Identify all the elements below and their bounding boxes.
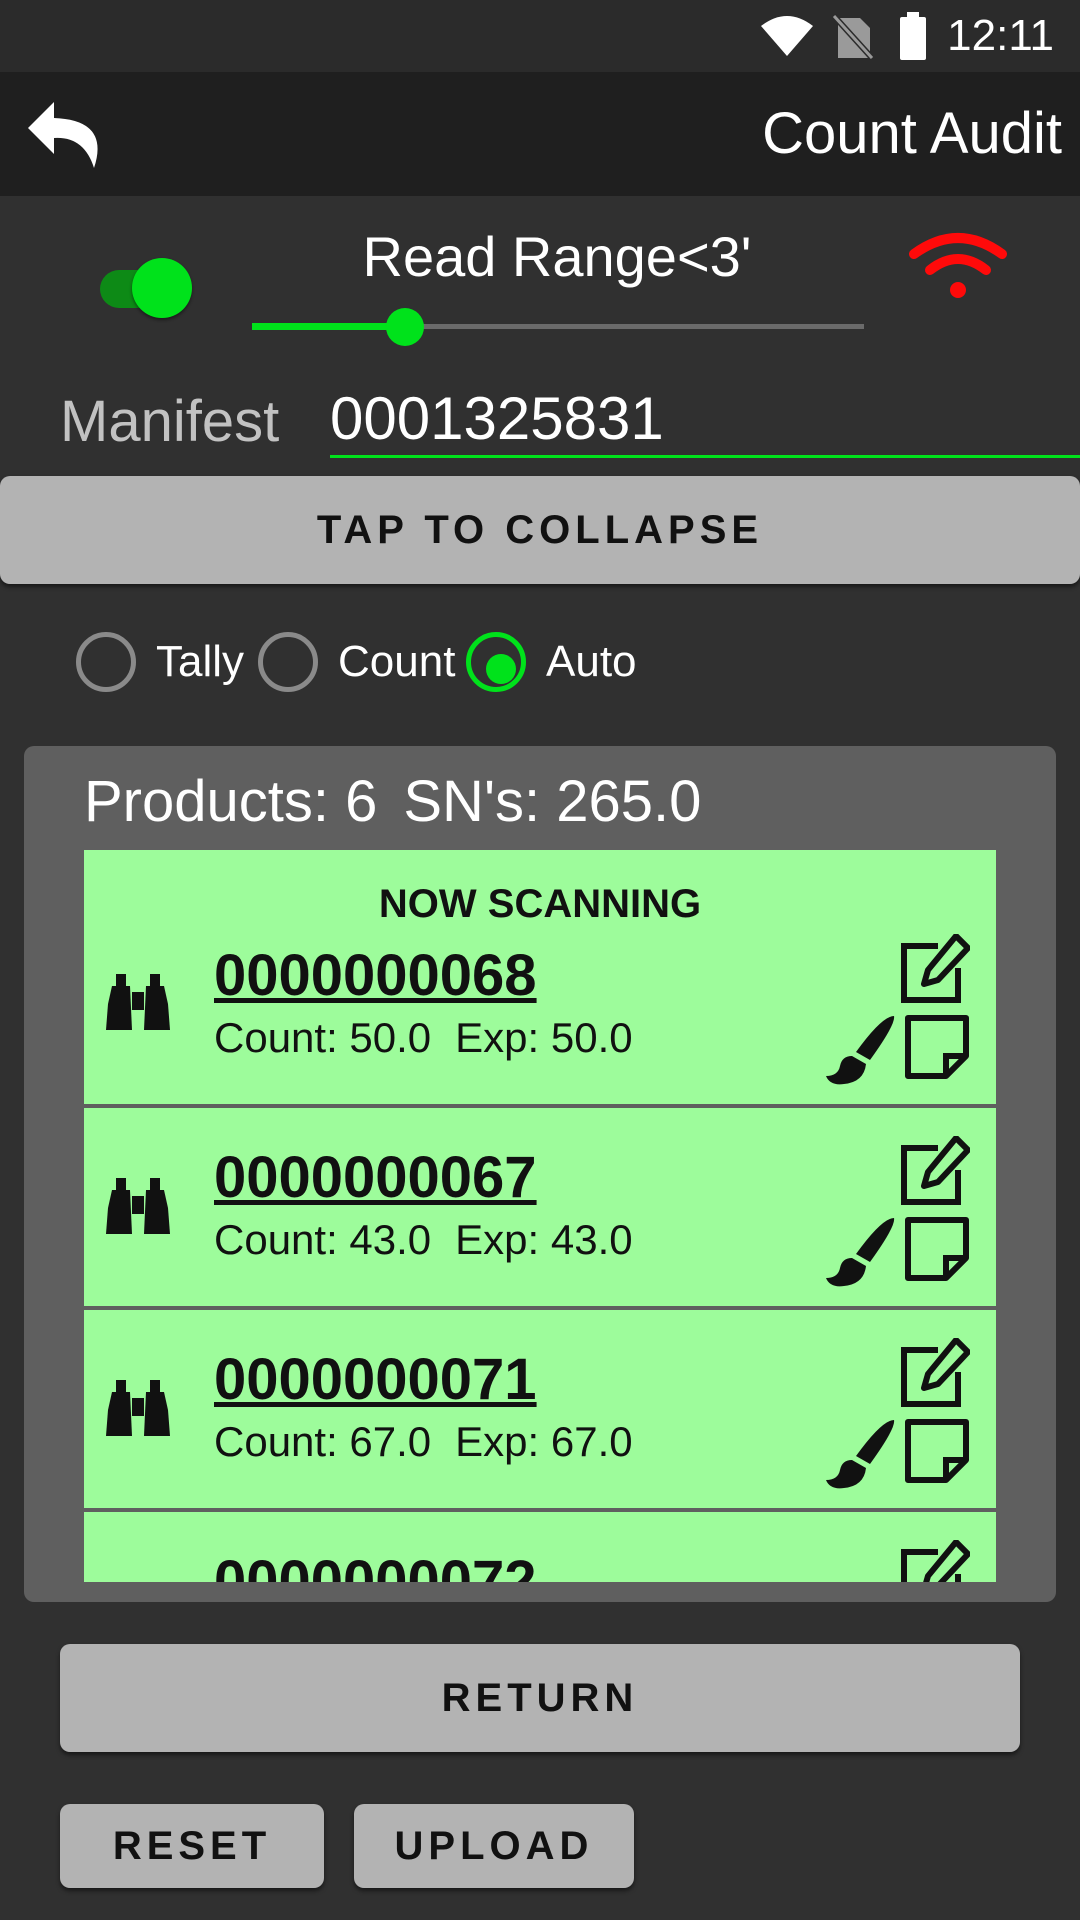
reader-toggle[interactable] [96,254,196,324]
radio-circle [76,632,136,692]
products-count: Products: 6 [84,769,378,834]
status-time: 12:11 [947,11,1054,60]
read-range-label: Read Range<3' [362,225,752,288]
product-card[interactable]: NOW SCANNING 0000000068 Count: 50.0 Exp: … [84,850,996,1104]
return-button[interactable]: RETURN [60,1644,1020,1752]
binoculars-icon[interactable] [106,1380,170,1436]
binoculars-icon[interactable] [106,1178,170,1234]
manifest-label: Manifest [60,389,280,454]
edit-icon[interactable] [898,1540,970,1582]
sticky-note-icon[interactable] [904,1418,970,1484]
radio-circle [466,632,526,692]
edit-icon[interactable] [898,1338,970,1410]
read-range-slider[interactable] [252,306,864,346]
manifest-input[interactable] [330,382,1080,458]
product-id-link[interactable]: 0000000072 [214,1550,537,1583]
exp-value: Exp: 67.0 [455,1418,633,1465]
products-panel: Products: 6 SN's: 265.0 NOW SCANNING 0000… [24,746,1056,1602]
radio-label: Tally [156,637,245,686]
toggle-thumb [132,258,192,318]
product-counts: Count: 67.0 Exp: 67.0 [214,1418,657,1466]
product-id-link[interactable]: 0000000071 [214,1348,537,1412]
slider-fill [252,323,405,330]
count-value: Count: 67.0 [214,1418,432,1465]
status-bar: 12:11 [0,0,1080,72]
product-card[interactable]: 0000000071 Count: 67.0 Exp: 67.0 [84,1310,996,1508]
sticky-note-icon[interactable] [904,1014,970,1080]
reset-button[interactable]: RESET [60,1804,324,1888]
exp-value: Exp: 43.0 [455,1216,633,1263]
radio-circle [258,632,318,692]
product-counts: Count: 43.0 Exp: 43.0 [214,1216,657,1264]
product-card[interactable]: 0000000067 Count: 43.0 Exp: 43.0 [84,1108,996,1306]
no-sim-icon [832,14,874,60]
wifi-icon [761,16,813,56]
binoculars-icon[interactable] [106,974,170,1030]
back-arrow-icon[interactable] [24,98,108,172]
product-counts: Count: 50.0 Exp: 50.0 [214,1014,657,1062]
page-title: Count Audit [762,101,1062,166]
products-summary: Products: 6 SN's: 265.0 [84,770,727,834]
wifi-signal-icon [909,233,1007,298]
radio-label: Count [338,637,456,686]
slider-knob[interactable] [386,308,424,346]
product-list[interactable]: NOW SCANNING 0000000068 Count: 50.0 Exp: … [84,850,996,1582]
paint-brush-icon[interactable] [824,1418,898,1492]
app-bar: Count Audit [0,72,1080,196]
count-value: Count: 50.0 [214,1014,432,1061]
paint-brush-icon[interactable] [824,1216,898,1290]
edit-icon[interactable] [898,1136,970,1208]
product-id-link[interactable]: 0000000068 [214,944,537,1008]
exp-value: Exp: 50.0 [455,1014,633,1061]
sns-count: SN's: 265.0 [403,769,702,834]
paint-brush-icon[interactable] [824,1014,898,1088]
now-scanning-label: NOW SCANNING [378,882,702,926]
edit-icon[interactable] [898,934,970,1006]
radio-dot [486,654,516,684]
product-card[interactable]: 0000000072 [84,1512,996,1582]
count-value: Count: 43.0 [214,1216,432,1263]
upload-button[interactable]: UPLOAD [354,1804,634,1888]
product-id-link[interactable]: 0000000067 [214,1146,537,1210]
tap-to-collapse-button[interactable]: TAP TO COLLAPSE [0,476,1080,584]
radio-label: Auto [546,637,637,686]
sticky-note-icon[interactable] [904,1216,970,1282]
battery-icon [900,12,926,60]
